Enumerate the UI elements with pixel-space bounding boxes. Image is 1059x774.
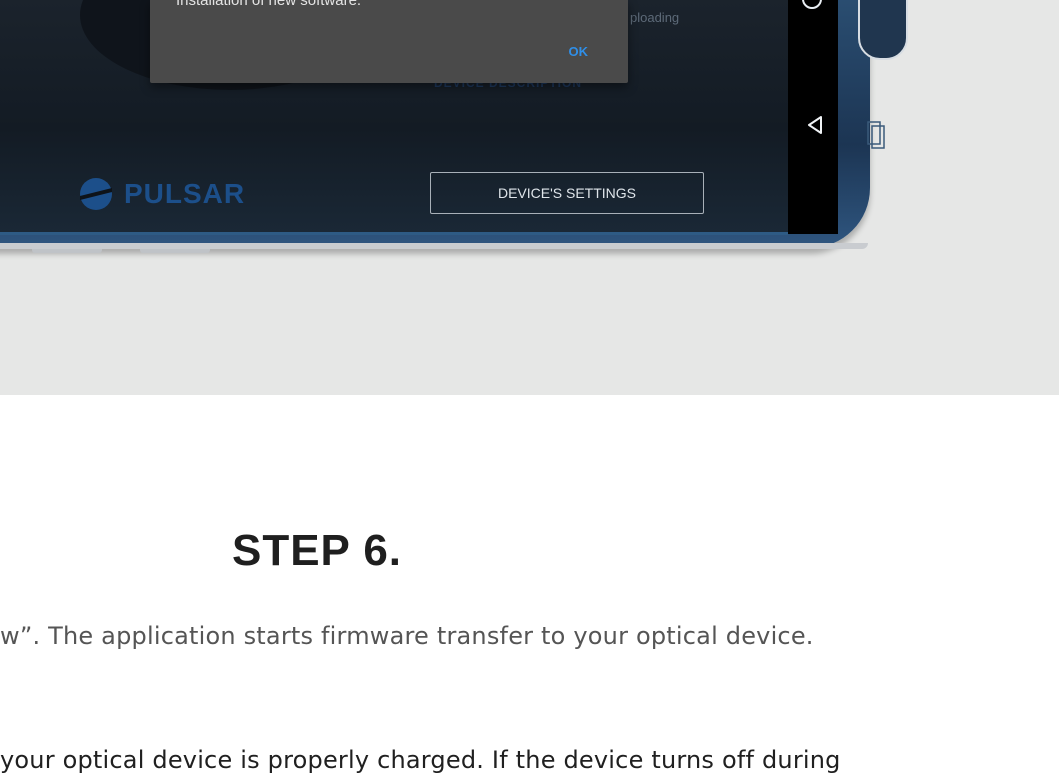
device-settings-button[interactable]: DEVICE'S SETTINGS	[430, 172, 704, 214]
home-circle-icon[interactable]	[802, 0, 822, 9]
step-title: STEP 6.	[231, 526, 403, 575]
warning-paragraph: your optical device is properly charged.…	[0, 746, 841, 774]
recent-apps-icon	[867, 121, 885, 149]
install-dialog: Installation of new software. OK	[150, 0, 628, 83]
phone-side-button	[32, 249, 102, 253]
pulsar-logo-icon	[80, 178, 112, 210]
back-triangle-icon[interactable]	[804, 114, 826, 136]
screen-edge	[0, 232, 788, 235]
phone-screen: ploading DEVICE DESCRIPTION PULSAR DEVIC…	[0, 0, 788, 234]
phone-rim	[0, 243, 868, 249]
dialog-ok-button[interactable]: OK	[569, 44, 589, 59]
hero-image: ploading DEVICE DESCRIPTION PULSAR DEVIC…	[0, 0, 1059, 395]
pulsar-logo: PULSAR	[76, 176, 245, 212]
phone-side-button	[140, 249, 210, 253]
status-text: ploading	[630, 10, 680, 25]
step-paragraph: w”. The application starts firmware tran…	[0, 622, 814, 650]
dialog-message: Installation of new software.	[176, 0, 362, 9]
phone-home-button	[858, 0, 908, 60]
brand-name: PULSAR	[124, 178, 246, 209]
